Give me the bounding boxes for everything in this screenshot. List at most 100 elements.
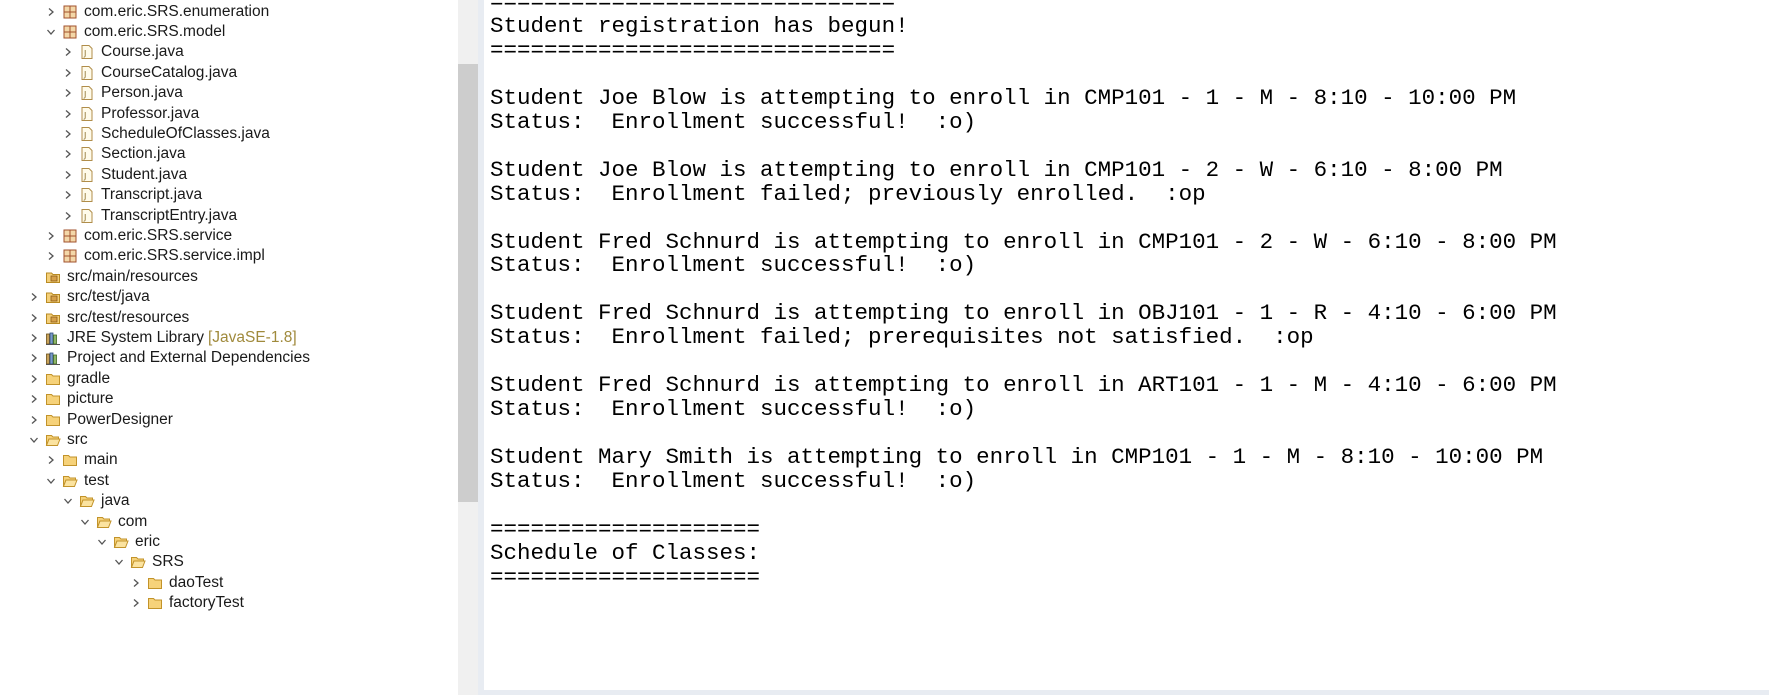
console-line: Student Joe Blow is attempting to enroll… [490,156,1503,183]
svg-text:J: J [83,70,86,79]
tree-item-label: com.eric.SRS.service [84,226,233,244]
chevron-down-icon[interactable] [61,494,75,508]
java-file-icon: J [79,85,95,101]
package-icon [62,4,78,20]
tree-item-label: JRE System Library [67,328,204,346]
tree-item-label: gradle [67,369,111,387]
chevron-right-icon[interactable] [61,147,75,161]
console-output[interactable]: ============================== Student re… [484,0,1769,690]
svg-text:J: J [83,90,86,99]
tree-item-label: com.eric.SRS.service.impl [84,247,265,265]
chevron-right-icon[interactable] [27,311,41,325]
tree-item-label: picture [67,390,114,408]
folder-icon [147,575,163,591]
console-line: Schedule of Classes: [490,539,761,566]
chevron-right-icon[interactable] [27,290,41,304]
chevron-right-icon[interactable] [27,392,41,406]
console-line: Status: Enrollment successful! :o) [490,252,977,279]
console-line: Student Fred Schnurd is attempting to en… [490,228,1557,255]
tree-item-label: SRS [152,553,184,571]
chevron-right-icon[interactable] [27,331,41,345]
folder-icon [147,595,163,611]
chevron-down-icon[interactable] [44,474,58,488]
chevron-right-icon[interactable] [27,413,41,427]
chevron-right-icon[interactable] [129,596,143,610]
tree-item-label: ScheduleOfClasses.java [101,124,270,142]
tree-item-label: Transcript.java [101,186,203,204]
chevron-down-icon[interactable] [27,433,41,447]
svg-text:J: J [83,213,86,222]
chevron-right-icon[interactable] [44,453,58,467]
tree-item-label: eric [135,532,160,550]
package-icon [62,24,78,40]
console-line: ==================== [490,515,761,542]
chevron-right-icon[interactable] [44,249,58,263]
package-explorer[interactable]: com.eric.SRS.enumeration com.eric.SRS.mod… [0,0,458,695]
svg-text:J: J [83,172,86,181]
console-line: Status: Enrollment failed; prerequisites… [490,324,1314,351]
chevron-right-icon[interactable] [61,188,75,202]
java-file-icon: J [79,146,95,162]
tree-item-label: Person.java [101,84,183,102]
java-file-icon: J [79,106,95,122]
java-file-icon: J [79,187,95,203]
console-line: Student registration has begun! [490,12,909,39]
console-line: Status: Enrollment successful! :o) [490,468,977,494]
source-folder-icon [45,269,61,285]
chevron-down-icon[interactable] [44,25,58,39]
folder-open-icon [45,432,61,448]
folder-open-icon [62,473,78,489]
console-line: Student Fred Schnurd is attempting to en… [490,300,1557,327]
chevron-right-icon[interactable] [61,168,75,182]
svg-text:J: J [83,111,86,120]
chevron-right-icon[interactable] [61,107,75,121]
java-file-icon: J [79,208,95,224]
console-line: ==================== [490,563,761,590]
chevron-right-icon[interactable] [61,86,75,100]
java-file-icon: J [79,44,95,60]
folder-icon [45,391,61,407]
chevron-right-icon[interactable] [61,45,75,59]
folder-open-icon [130,554,146,570]
tree-item[interactable]: factoryTest [0,592,458,615]
chevron-down-icon[interactable] [95,535,109,549]
tree-item-label: Course.java [101,43,184,61]
chevron-right-icon[interactable] [27,372,41,386]
source-folder-icon [45,289,61,305]
library-icon [45,350,61,366]
tree-item-label: Student.java [101,165,188,183]
chevron-down-icon[interactable] [112,555,126,569]
tree-item-label: src/test/java [67,288,150,306]
explorer-scrollbar-thumb[interactable] [458,64,478,502]
svg-text:J: J [83,151,86,160]
svg-text:J: J [83,192,86,201]
console-line: Student Mary Smith is attempting to enro… [490,444,1544,471]
folder-open-icon [79,493,95,509]
svg-text:J: J [83,131,86,140]
library-icon [45,330,61,346]
folder-icon [62,452,78,468]
chevron-right-icon[interactable] [61,209,75,223]
chevron-down-icon[interactable] [78,515,92,529]
chevron-right-icon[interactable] [61,66,75,80]
console-line: Status: Enrollment successful! :o) [490,108,977,135]
chevron-right-icon[interactable] [61,127,75,141]
tree-item-label: factoryTest [169,594,244,612]
chevron-right-icon[interactable] [129,576,143,590]
java-file-icon: J [79,167,95,183]
folder-open-icon [96,514,112,530]
chevron-right-icon[interactable] [44,229,58,243]
tree-item-label: com.eric.SRS.enumeration [84,2,270,20]
folder-open-icon [113,534,129,550]
folder-icon [45,412,61,428]
svg-text:J: J [83,49,86,58]
source-folder-icon [45,310,61,326]
java-file-icon: J [79,65,95,81]
tree-item-label: CourseCatalog.java [101,63,238,81]
chevron-right-icon[interactable] [44,5,58,19]
tree-item-label: main [84,451,118,469]
tree-item-label: Professor.java [101,104,200,122]
chevron-right-icon[interactable] [27,351,41,365]
console-line: Status: Enrollment failed; previously en… [490,180,1206,207]
